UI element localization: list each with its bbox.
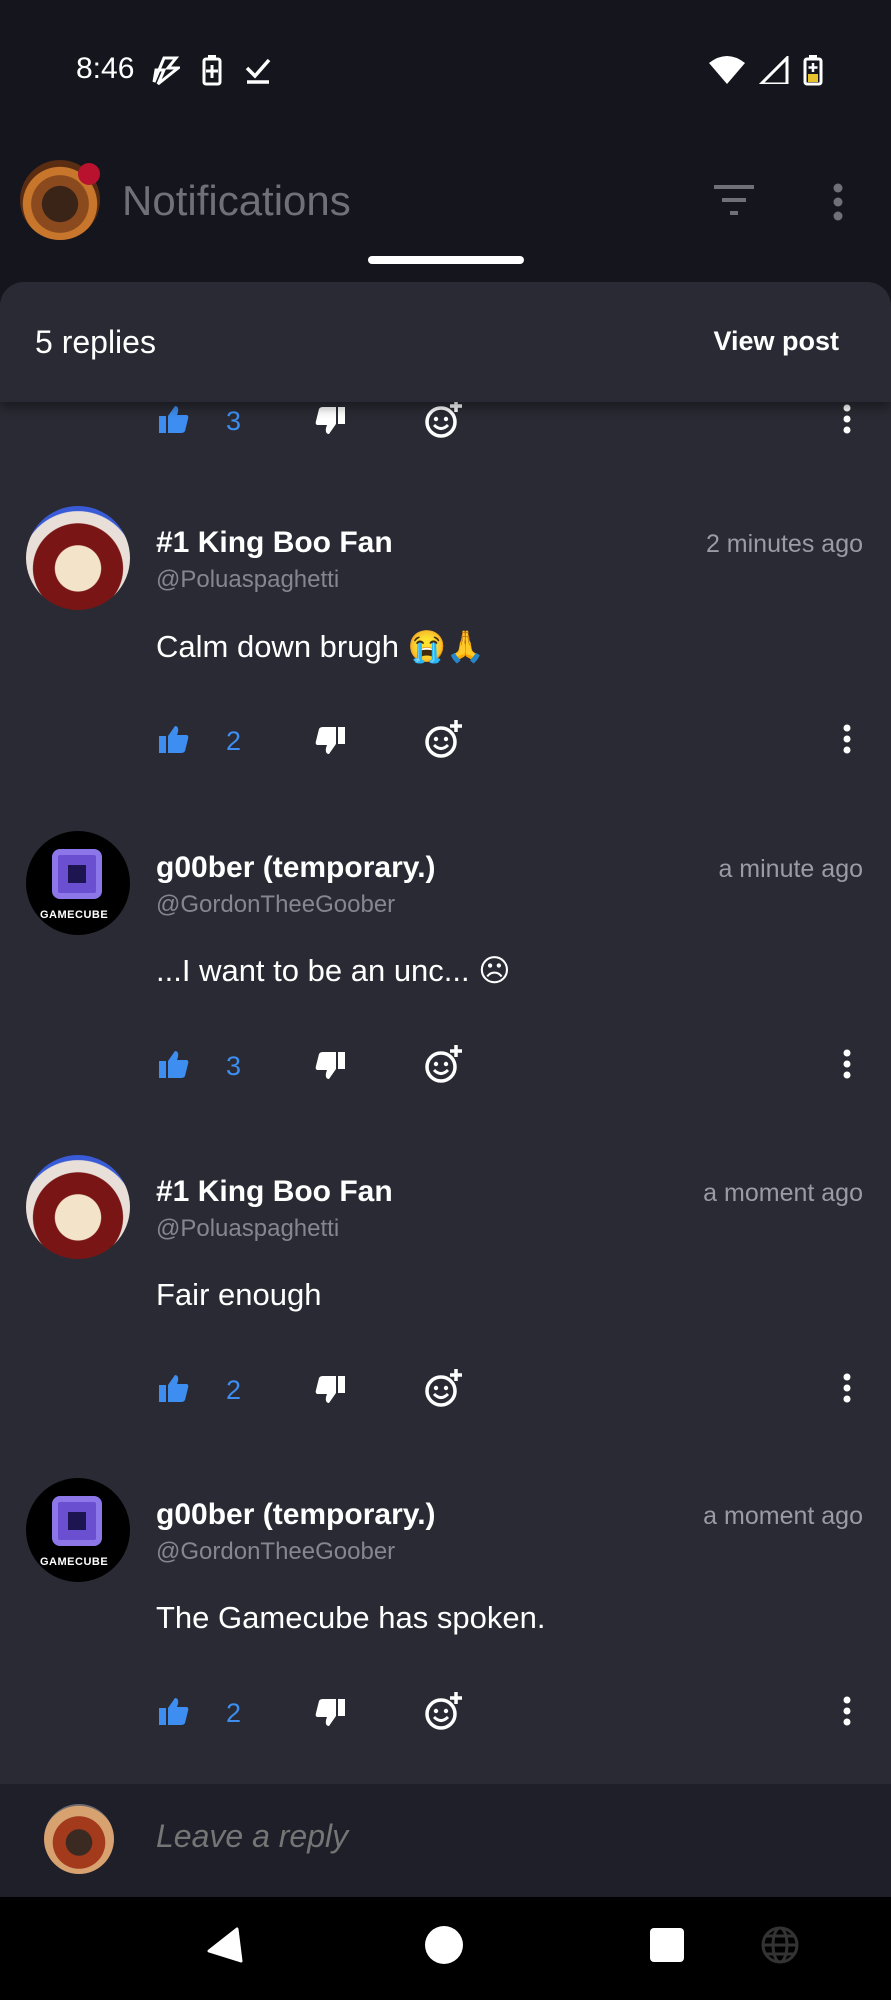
system-nav-bar <box>0 1897 891 2000</box>
avatar[interactable]: GAMECUBE <box>26 831 130 935</box>
thumbs-down-icon[interactable] <box>314 1698 346 1728</box>
avatar <box>44 1804 114 1874</box>
comment-text: Fair enough <box>156 1277 322 1312</box>
comment-timestamp: a minute ago <box>718 855 863 883</box>
more-vertical-icon[interactable] <box>842 1373 852 1403</box>
avatar[interactable]: GAMECUBE <box>26 1478 130 1582</box>
back-icon[interactable] <box>205 1925 245 1965</box>
sheet-drag-handle[interactable] <box>368 256 524 264</box>
gamecube-logo-icon <box>52 849 102 899</box>
thumbs-down-icon[interactable] <box>314 406 346 436</box>
like-count: 2 <box>226 1375 242 1405</box>
gamecube-logo-icon <box>52 1496 102 1546</box>
avatar-label: GAMECUBE <box>40 909 109 921</box>
status-bar: 8:46 <box>0 0 891 145</box>
comment-author-handle[interactable]: @Poluaspaghetti <box>156 566 339 594</box>
comment-author-name[interactable]: g00ber (temporary.) <box>156 851 436 885</box>
home-icon[interactable] <box>425 1926 463 1964</box>
status-system-icons <box>709 54 823 86</box>
status-notification-icons <box>150 54 272 86</box>
avatar[interactable] <box>26 1155 130 1259</box>
sheet-header: 5 replies View post <box>0 282 891 402</box>
globe-icon[interactable] <box>760 1925 800 1965</box>
fast-charge-icon <box>152 56 180 86</box>
thumbs-up-icon[interactable] <box>158 1049 190 1079</box>
thumbs-up-icon[interactable] <box>158 404 190 434</box>
thumbs-down-icon[interactable] <box>314 1375 346 1405</box>
add-reaction-icon[interactable] <box>424 718 464 760</box>
thumbs-up-icon[interactable] <box>158 1373 190 1403</box>
filter-icon[interactable] <box>712 183 756 217</box>
avatar[interactable] <box>26 506 130 610</box>
add-reaction-icon[interactable] <box>424 1690 464 1732</box>
page-title: Notifications <box>122 177 351 224</box>
comment-text: ...I want to be an unc... ☹ <box>156 953 511 988</box>
avatar-label: GAMECUBE <box>40 1556 109 1568</box>
comment-text: The Gamecube has spoken. <box>156 1600 546 1635</box>
comment-actions: 2 <box>0 1692 891 1736</box>
thumbs-up-icon[interactable] <box>158 1696 190 1726</box>
battery-saver-icon <box>202 55 222 86</box>
battery-icon <box>803 55 823 86</box>
like-count: 2 <box>226 1698 242 1728</box>
comment-author-name[interactable]: #1 King Boo Fan <box>156 526 393 560</box>
checkmark-icon <box>245 58 271 84</box>
comment-timestamp: a moment ago <box>703 1502 863 1530</box>
replies-sheet: 5 replies View post 3 #1 King Boo Fan @P… <box>0 282 891 1897</box>
add-reaction-icon[interactable] <box>424 1367 464 1409</box>
comment-author-name[interactable]: g00ber (temporary.) <box>156 1498 436 1532</box>
wifi-icon <box>709 56 745 84</box>
add-reaction-icon[interactable] <box>424 398 464 440</box>
app-bar: Notifications <box>0 145 891 275</box>
comment-author-handle[interactable]: @GordonTheeGoober <box>156 1538 395 1566</box>
notification-dot <box>78 163 100 185</box>
add-reaction-icon[interactable] <box>424 1043 464 1085</box>
more-vertical-icon[interactable] <box>842 724 852 754</box>
comment-author-handle[interactable]: @Poluaspaghetti <box>156 1215 339 1243</box>
more-vertical-icon[interactable] <box>842 404 852 434</box>
signal-icon <box>759 56 789 84</box>
thumbs-down-icon[interactable] <box>314 726 346 756</box>
comment-actions: 3 <box>0 400 891 444</box>
comment-actions: 3 <box>0 1045 891 1089</box>
more-vertical-icon[interactable] <box>842 1696 852 1726</box>
comment-actions: 2 <box>0 1369 891 1413</box>
like-count: 3 <box>226 1051 242 1081</box>
reply-input[interactable] <box>156 1818 836 1855</box>
comment-author-name[interactable]: #1 King Boo Fan <box>156 1175 393 1209</box>
comment-actions: 2 <box>0 720 891 764</box>
reply-bar <box>0 1784 891 1897</box>
more-vertical-icon[interactable] <box>842 1049 852 1079</box>
replies-count: 5 replies <box>35 324 156 360</box>
view-post-button[interactable]: View post <box>713 326 839 357</box>
recents-icon[interactable] <box>650 1928 684 1962</box>
like-count: 2 <box>226 726 242 756</box>
like-count: 3 <box>226 406 242 436</box>
thumbs-up-icon[interactable] <box>158 724 190 754</box>
more-vertical-icon[interactable] <box>828 183 848 223</box>
comment-text: Calm down brugh 😭🙏 <box>156 629 485 664</box>
comment-author-handle[interactable]: @GordonTheeGoober <box>156 891 395 919</box>
status-time: 8:46 <box>76 52 135 85</box>
comment-timestamp: a moment ago <box>703 1179 863 1207</box>
thumbs-down-icon[interactable] <box>314 1051 346 1081</box>
comment-timestamp: 2 minutes ago <box>705 530 863 558</box>
